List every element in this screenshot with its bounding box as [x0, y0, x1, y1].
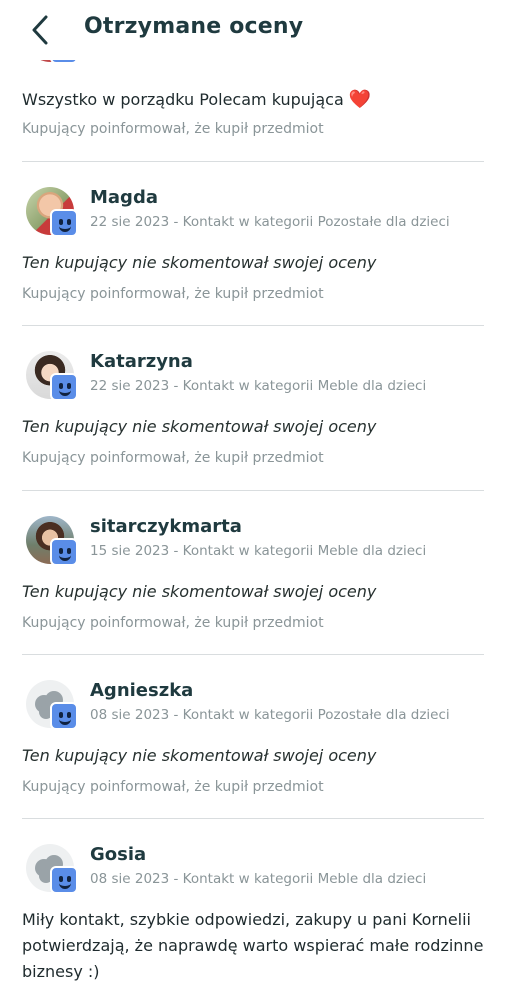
review-comment: Wszystko w porządku Polecam kupująca ❤️ — [22, 89, 372, 110]
review-comment: Ten kupujący nie skomentował swojej ocen… — [22, 253, 377, 272]
review-item[interactable]: Gosia 08 sie 2023 - Kontakt w kategorii … — [0, 819, 506, 999]
avatar[interactable] — [24, 680, 80, 736]
avatar[interactable] — [24, 351, 80, 407]
avatar[interactable] — [24, 187, 80, 243]
reviewer-name[interactable]: Magda — [90, 187, 158, 208]
smiley-badge-icon — [50, 538, 78, 566]
reviewer-name[interactable]: Katarzyna — [90, 351, 193, 372]
heart-icon: ❤️ — [348, 89, 372, 110]
review-note: Kupujący poinformował, że kupił przedmio… — [22, 286, 324, 302]
smiley-badge-icon — [50, 866, 78, 894]
review-item[interactable]: Agnieszka 08 sie 2023 - Kontakt w katego… — [0, 655, 506, 819]
review-meta: 08 sie 2023 - Kontakt w kategorii Pozost… — [90, 707, 450, 723]
smiley-badge-icon — [50, 209, 78, 237]
review-note: Kupujący poinformował, że kupił przedmio… — [22, 121, 324, 137]
review-comment: Ten kupujący nie skomentował swojej ocen… — [22, 746, 377, 765]
review-meta: 22 sie 2023 - Kontakt w kategorii Meble … — [90, 378, 427, 394]
reviewer-name[interactable]: Gosia — [90, 844, 146, 865]
chevron-left-icon — [32, 15, 48, 45]
avatar[interactable] — [24, 516, 80, 572]
review-meta: 08 sie 2023 - Kontakt w kategorii Meble … — [90, 871, 427, 887]
review-note: Kupujący poinformował, że kupił przedmio… — [22, 615, 324, 631]
ratings-screen: Wszystko w porządku Polecam kupująca ❤️ … — [0, 0, 506, 999]
review-item[interactable]: Magda 22 sie 2023 - Kontakt w kategorii … — [0, 162, 506, 326]
review-note: Kupujący poinformował, że kupił przedmio… — [22, 450, 324, 466]
reviewer-name[interactable]: Agnieszka — [90, 680, 193, 701]
reviewer-name[interactable]: sitarczykmarta — [90, 516, 242, 537]
smiley-badge-icon — [50, 702, 78, 730]
smiley-badge-icon — [50, 373, 78, 401]
review-comment: Ten kupujący nie skomentował swojej ocen… — [22, 417, 377, 436]
review-item[interactable]: sitarczykmarta 15 sie 2023 - Kontakt w k… — [0, 491, 506, 655]
review-meta: 15 sie 2023 - Kontakt w kategorii Meble … — [90, 543, 427, 559]
top-bar: Otrzymane oceny — [0, 0, 506, 60]
back-button[interactable] — [22, 12, 58, 48]
review-meta: 22 sie 2023 - Kontakt w kategorii Pozost… — [90, 214, 450, 230]
review-note: Kupujący poinformował, że kupił przedmio… — [22, 779, 324, 795]
review-comment: Ten kupujący nie skomentował swojej ocen… — [22, 582, 377, 601]
page-title: Otrzymane oceny — [84, 14, 304, 39]
review-comment: Miły kontakt, szybkie odpowiedzi, zakupy… — [22, 910, 484, 981]
avatar[interactable] — [24, 844, 80, 900]
review-item[interactable]: Katarzyna 22 sie 2023 - Kontakt w katego… — [0, 326, 506, 490]
